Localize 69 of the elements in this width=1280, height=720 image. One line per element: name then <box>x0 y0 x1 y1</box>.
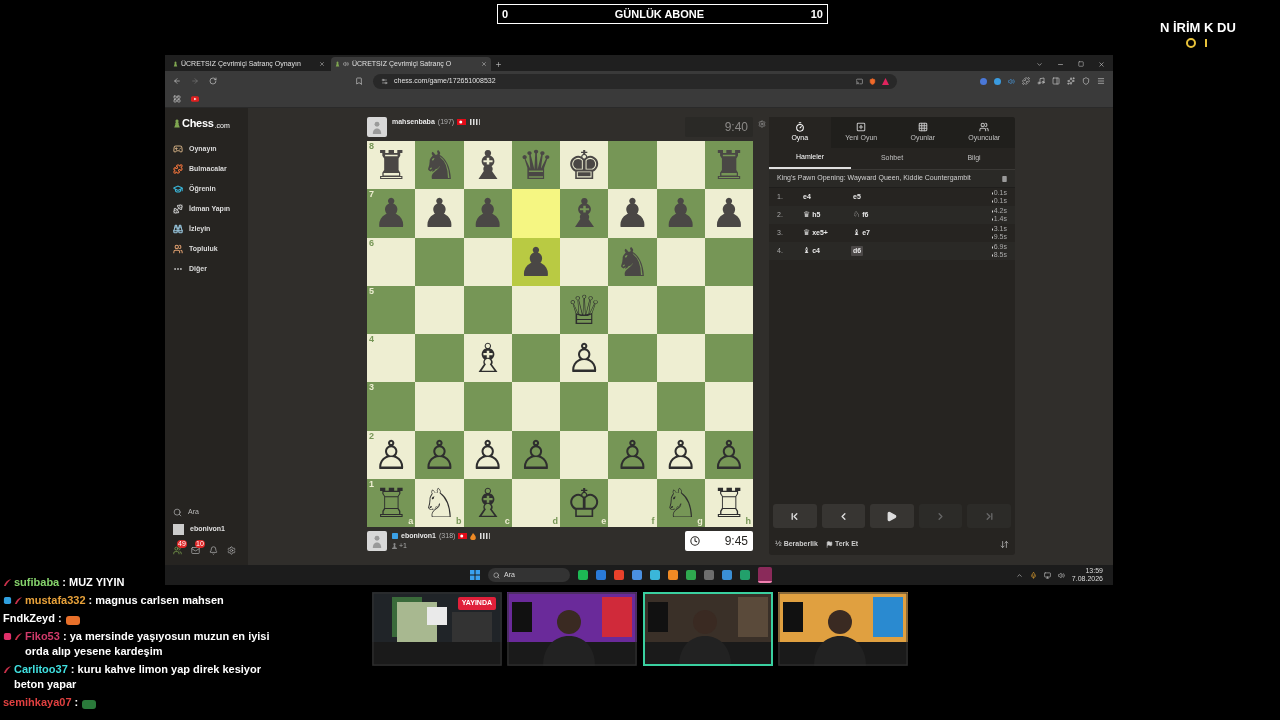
chess-piece[interactable]: ♙ <box>373 434 410 475</box>
board-square[interactable]: ♙ <box>415 430 464 479</box>
board-square[interactable]: ♙ <box>511 430 560 479</box>
chat-message: semihkaya07 : <box>3 695 79 710</box>
board-square[interactable]: ♙ <box>463 430 512 479</box>
rank-label: 7 <box>369 190 374 200</box>
chat-message: Fiko53 : ya mersinde yaşıyosun muzun en iyisi orda alıp yesene kardeşim <box>25 629 271 659</box>
clock-time: 9:40 <box>724 119 748 136</box>
board-square[interactable]: ♟ <box>608 189 657 238</box>
goal-label: GÜNLÜK ABONE <box>614 6 705 22</box>
file-label: f <box>651 517 655 526</box>
chess-piece[interactable]: ♙ <box>469 434 506 475</box>
logo-text[interactable]: Chess <box>182 118 214 129</box>
file-label: g <box>697 517 703 526</box>
chess-piece[interactable]: ♚ <box>566 145 603 186</box>
goal-target: 10 <box>810 6 823 22</box>
chess-piece[interactable]: ♙ <box>662 434 699 475</box>
rank-label: 5 <box>369 286 374 296</box>
chat-message: Carlitoo37 : kuru kahve limon yap direk kesiyor beton yapar <box>14 662 262 692</box>
rank-label: 1 <box>369 479 374 489</box>
file-label: b <box>456 517 462 526</box>
brand-text: N İRİM K DU <box>1160 19 1236 37</box>
board-square[interactable]: ♟ <box>704 189 753 238</box>
board-square[interactable]: ♙ <box>704 430 753 479</box>
piece-figure: ♝ <box>803 245 811 257</box>
chess-piece[interactable]: ♙ <box>710 434 747 475</box>
rank-label: 6 <box>369 238 374 248</box>
board-square[interactable]: ♙ <box>608 430 657 479</box>
file-label: d <box>552 517 558 526</box>
chess-piece[interactable]: ♟ <box>421 193 458 234</box>
chess-piece[interactable]: ♟ <box>517 241 554 282</box>
chess-piece[interactable]: ♕ <box>566 289 603 330</box>
piece-figure: ♘ <box>853 209 861 221</box>
file-label: e <box>601 517 607 526</box>
piece-figure: ♛ <box>803 227 811 239</box>
file-label: a <box>408 517 414 526</box>
goal-current: 0 <box>502 6 509 22</box>
board-square[interactable]: ♝ <box>463 141 512 190</box>
half-symbol: ½ <box>775 538 782 550</box>
file-label: h <box>745 517 751 526</box>
chess-piece[interactable]: ♖ <box>710 482 747 523</box>
rank-label: 3 <box>369 383 374 393</box>
chess-piece[interactable]: ♗ <box>469 482 506 523</box>
board-square[interactable]: ♕ <box>560 285 609 334</box>
board-square[interactable]: ♗ <box>463 334 512 383</box>
chess-piece[interactable]: ♙ <box>421 434 458 475</box>
chess-piece[interactable]: ♗ <box>469 338 506 379</box>
chess-piece[interactable]: ♟ <box>710 193 747 234</box>
chess-piece[interactable]: ♙ <box>566 338 603 379</box>
piece-figure: ♝ <box>853 227 861 239</box>
file-label: c <box>504 517 510 526</box>
clock-time: 9:45 <box>724 533 748 550</box>
piece-figure: ♛ <box>803 209 811 221</box>
board-square[interactable]: ♟ <box>415 189 464 238</box>
board-square[interactable]: ♙ <box>656 430 705 479</box>
chess-piece[interactable]: ♝ <box>469 145 506 186</box>
rank-label: 2 <box>369 431 374 441</box>
chess-piece[interactable]: ♟ <box>614 193 651 234</box>
chat-message: mustafa332 : magnus carlsen mahsen <box>25 593 224 608</box>
chess-piece[interactable]: ♜ <box>373 145 410 186</box>
chess-piece[interactable]: ♙ <box>517 434 554 475</box>
chat-message: FndkZeyd : <box>3 611 62 626</box>
board-square[interactable]: ♙ <box>560 334 609 383</box>
rank-label: 4 <box>369 335 374 344</box>
rank-label: 8 <box>369 142 374 151</box>
board-square[interactable]: ♚ <box>560 141 609 190</box>
board-square[interactable]: ♟ <box>511 237 560 286</box>
chat-message: sufibaba : MUZ YIYIN <box>14 575 125 590</box>
chess-piece[interactable]: ♙ <box>614 434 651 475</box>
